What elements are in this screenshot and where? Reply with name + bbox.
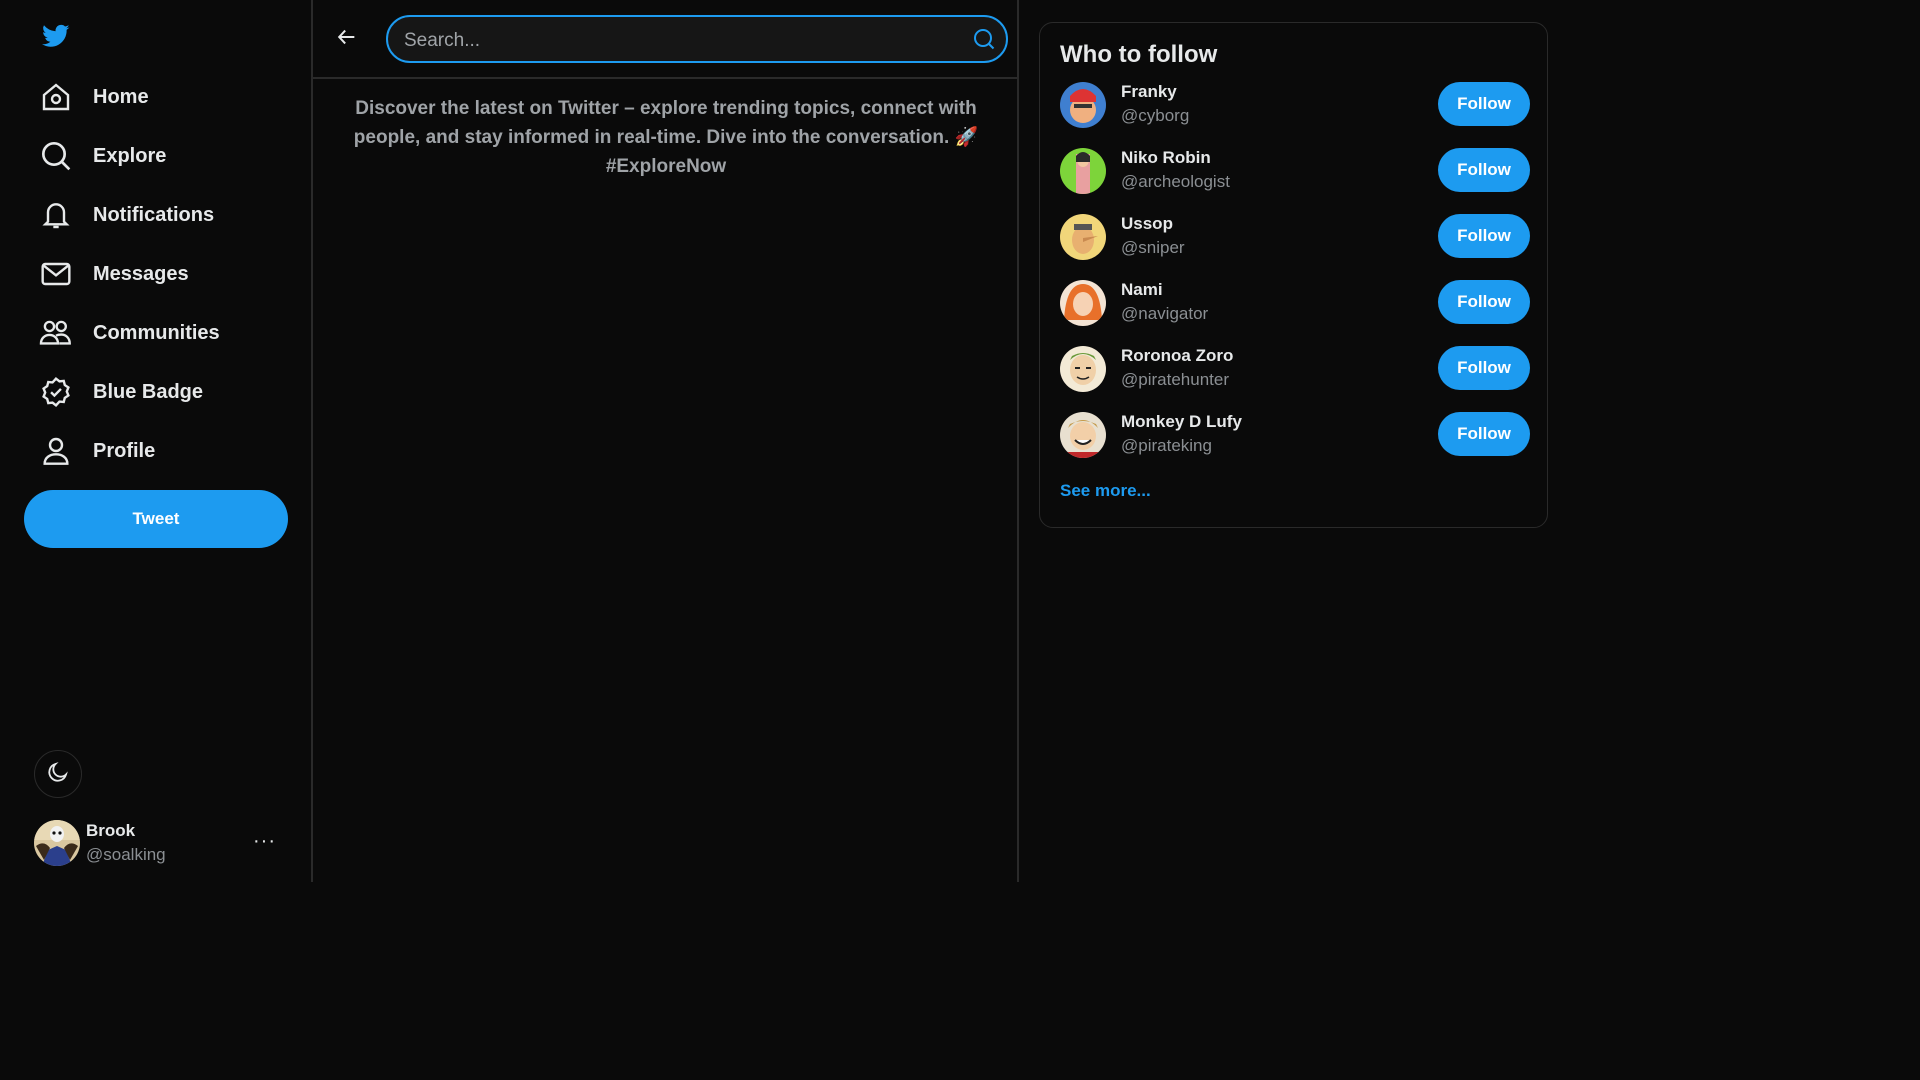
back-button[interactable] bbox=[333, 25, 361, 53]
avatar[interactable] bbox=[1060, 346, 1106, 392]
user-name[interactable]: Ussop bbox=[1121, 214, 1185, 234]
avatar[interactable] bbox=[1060, 280, 1106, 326]
follow-button[interactable]: Follow bbox=[1438, 148, 1530, 192]
sidebar-item-label: Home bbox=[93, 85, 149, 108]
search-icon[interactable] bbox=[972, 27, 996, 51]
explore-intro-text: Discover the latest on Twitter – explore… bbox=[353, 98, 979, 177]
sidebar-item-communities[interactable]: Communities bbox=[38, 313, 220, 353]
account-handle: @soalking bbox=[86, 845, 166, 864]
sidebar-item-label: Explore bbox=[93, 144, 167, 167]
more-icon[interactable]: ··· bbox=[253, 830, 276, 853]
user-name[interactable]: Niko Robin bbox=[1121, 148, 1230, 168]
sidebar-item-profile[interactable]: Profile bbox=[38, 431, 155, 471]
sidebar-item-home[interactable]: Home bbox=[38, 77, 149, 117]
search-box bbox=[386, 15, 1008, 63]
sidebar-item-messages[interactable]: Messages bbox=[38, 254, 189, 294]
user-handle: @pirateking bbox=[1121, 436, 1212, 455]
avatar bbox=[34, 820, 80, 866]
user-handle: @sniper bbox=[1121, 238, 1185, 257]
list-item: Ussop @sniper Follow bbox=[1060, 214, 1530, 262]
user-handle: @cyborg bbox=[1121, 106, 1190, 125]
arrow-left-icon bbox=[336, 26, 358, 53]
sidebar: Home Explore Notifications Messages Comm… bbox=[0, 0, 313, 882]
sidebar-item-label: Notifications bbox=[93, 203, 215, 226]
list-item: Nami @navigator Follow bbox=[1060, 280, 1530, 328]
user-name[interactable]: Franky bbox=[1121, 82, 1189, 102]
sidebar-item-blue-badge[interactable]: Blue Badge bbox=[38, 372, 203, 412]
user-icon bbox=[38, 433, 74, 469]
list-item: Monkey D Lufy @pirateking Follow bbox=[1060, 412, 1530, 460]
twitter-bird-icon[interactable] bbox=[40, 22, 72, 50]
sidebar-item-label: Communities bbox=[93, 321, 220, 344]
tweet-button[interactable]: Tweet bbox=[24, 490, 288, 548]
verified-badge-icon bbox=[38, 374, 74, 410]
avatar[interactable] bbox=[1060, 412, 1106, 458]
account-name: Brook bbox=[86, 821, 136, 840]
list-item: Franky @cyborg Follow bbox=[1060, 82, 1530, 130]
who-to-follow-title: Who to follow bbox=[1060, 41, 1218, 68]
user-name[interactable]: Monkey D Lufy bbox=[1121, 412, 1242, 432]
sidebar-item-label: Profile bbox=[93, 439, 156, 462]
list-item: Roronoa Zoro @piratehunter Follow bbox=[1060, 346, 1530, 394]
user-handle: @archeologist bbox=[1121, 172, 1230, 191]
theme-toggle-button[interactable] bbox=[34, 750, 82, 798]
follow-button[interactable]: Follow bbox=[1438, 214, 1530, 258]
search-header bbox=[313, 0, 1017, 79]
user-handle: @navigator bbox=[1121, 304, 1209, 323]
bell-icon bbox=[38, 197, 74, 233]
sidebar-item-label: Messages bbox=[93, 262, 189, 285]
user-name[interactable]: Roronoa Zoro bbox=[1121, 346, 1233, 366]
main-column: Discover the latest on Twitter – explore… bbox=[313, 0, 1019, 882]
list-item: Niko Robin @archeologist Follow bbox=[1060, 148, 1530, 196]
follow-button[interactable]: Follow bbox=[1438, 82, 1530, 126]
who-to-follow-panel: Who to follow Franky @cyborg Follow Niko… bbox=[1039, 22, 1548, 528]
user-handle: @piratehunter bbox=[1121, 370, 1229, 389]
follow-button[interactable]: Follow bbox=[1438, 280, 1530, 324]
search-input[interactable] bbox=[402, 27, 966, 55]
sidebar-item-notifications[interactable]: Notifications bbox=[38, 195, 214, 235]
home-icon bbox=[38, 79, 74, 115]
see-more-link[interactable]: See more... bbox=[1060, 481, 1151, 501]
account-switcher[interactable]: Brook @soalking ··· bbox=[34, 818, 284, 868]
avatar[interactable] bbox=[1060, 148, 1106, 194]
sidebar-item-explore[interactable]: Explore bbox=[38, 136, 166, 176]
user-name[interactable]: Nami bbox=[1121, 280, 1208, 300]
sidebar-item-label: Blue Badge bbox=[93, 380, 204, 403]
mail-icon bbox=[38, 256, 74, 292]
avatar[interactable] bbox=[1060, 82, 1106, 128]
avatar[interactable] bbox=[1060, 214, 1106, 260]
people-icon bbox=[38, 315, 74, 351]
follow-button[interactable]: Follow bbox=[1438, 346, 1530, 390]
search-icon bbox=[38, 138, 74, 174]
moon-icon bbox=[46, 760, 70, 789]
follow-button[interactable]: Follow bbox=[1438, 412, 1530, 456]
